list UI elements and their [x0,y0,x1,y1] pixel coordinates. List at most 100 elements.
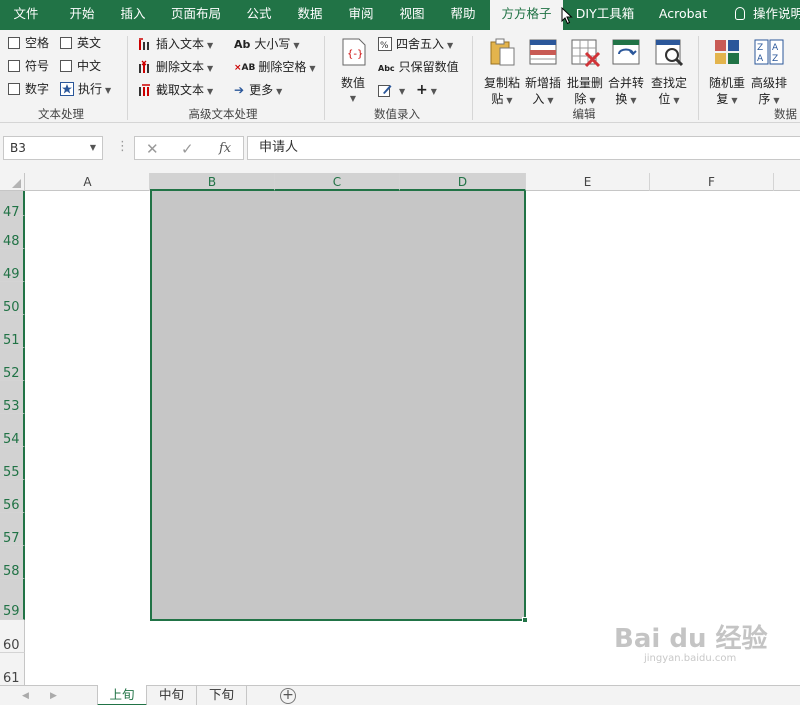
checkbox-english[interactable]: 英文 [60,33,101,53]
row-header[interactable]: 61 [0,653,25,685]
tab-insert[interactable]: 插入 [108,0,158,30]
number-icon: {-} [342,38,366,66]
tab-formulas[interactable]: 公式 [235,0,283,30]
row-header[interactable]: 47 [0,191,25,220]
row-header[interactable]: 59 [0,579,25,620]
column-header-e[interactable]: E [526,173,650,191]
column-headers: A B C D E F [0,173,800,191]
batch-delete-button[interactable]: 批量删除 ▼ [563,36,607,109]
add-sheet-icon[interactable]: + [280,688,296,704]
batch-delete-label: 批量删除 ▼ [566,76,603,106]
insert-function-icon[interactable]: fx [219,139,231,159]
tab-help[interactable]: 帮助 [439,0,487,30]
row-header[interactable]: 50 [0,282,25,315]
chevron-down-icon: ▼ [430,87,437,96]
checkbox-box[interactable] [8,36,20,49]
checkbox-label: 空格 [25,36,50,50]
round-button[interactable]: % 四舍五入 ▼ [378,34,453,54]
sort-az-icon: ZAAZ [754,39,784,65]
row-header[interactable]: 56 [0,480,25,513]
checkbox-digit[interactable]: 数字 [8,79,49,99]
column-header-c[interactable]: C [275,173,400,191]
checkbox-space[interactable]: 空格 [8,33,49,53]
checkbox-chinese[interactable]: 中文 [60,56,101,76]
find-locate-button[interactable]: 查找定位 ▼ [647,36,691,109]
delete-text-button[interactable]: 删除文本 ▼ [138,57,213,77]
more-dots-icon[interactable]: ⋮ [116,139,129,154]
checkbox-symbol[interactable]: 符号 [8,56,49,76]
copy-paste-button[interactable]: 复制粘贴 ▼ [480,36,524,109]
extract-text-button[interactable]: 截取文本 ▼ [138,80,213,100]
group-label-edit: 编辑 [572,107,596,121]
selected-range[interactable] [150,191,526,621]
sheet-tab[interactable]: 中旬 [147,685,197,705]
column-header-f[interactable]: F [650,173,774,191]
svg-text:%: % [380,41,389,51]
row-header[interactable]: 57 [0,513,25,546]
tab-review[interactable]: 审阅 [337,0,385,30]
name-box[interactable]: B3 ▼ [3,136,103,160]
scroll-right-icon[interactable]: ▶ [50,686,57,705]
row-header[interactable]: 48 [0,216,25,249]
pencil-edit-icon [378,84,392,97]
tab-view[interactable]: 视图 [388,0,436,30]
sheet-tab[interactable]: 下旬 [197,685,247,705]
group-label-text-processing: 文本处理 [38,107,84,121]
extract-text-label: 截取文本 [156,83,205,97]
checkbox-box[interactable] [8,82,20,95]
case-convert-button[interactable]: Ab 大小写 ▼ [234,34,300,54]
ribbon-panel: 空格 英文 符号 中文 数字 执行 ▼ 文本处理 插入文本 ▼ 删除文本 ▼ 截取文本… [0,30,800,123]
tell-me-search[interactable]: 操作说明 [735,0,800,30]
scroll-left-icon[interactable]: ◀ [22,686,29,705]
plus-button[interactable]: + ▼ [416,80,437,100]
tab-page-layout[interactable]: 页面布局 [163,0,229,30]
merge-convert-icon [612,39,640,65]
tell-me-label: 操作说明 [753,6,800,21]
select-all-corner[interactable] [0,173,25,191]
cancel-icon[interactable]: ✕ [146,139,159,159]
row-header[interactable]: 49 [0,249,25,282]
svg-text:A: A [772,43,779,53]
formula-input[interactable]: 申请人 [247,136,800,160]
checkbox-box[interactable] [60,59,72,72]
row-header[interactable]: 54 [0,414,25,447]
merge-convert-button[interactable]: 合并转换 ▼ [604,36,648,109]
worksheet-grid[interactable]: A B C D E F 47 48 49 50 51 52 53 54 55 5… [0,173,800,685]
sheet-tab[interactable]: 上旬 [97,685,147,705]
arrow-right-icon: ➔ [234,83,245,97]
insert-text-button[interactable]: 插入文本 ▼ [138,34,213,54]
keep-numbers-button[interactable]: Abc 只保留数值 [378,57,459,77]
row-header[interactable]: 55 [0,447,25,480]
advanced-sort-button[interactable]: ZAAZ 高级排序 ▼ [747,36,791,109]
number-edit-button[interactable]: ▼ [378,80,405,100]
group-divider [698,36,699,120]
plus-icon: + [416,82,428,98]
checkbox-box[interactable] [8,59,20,72]
tab-fangfang[interactable]: 方方格子 [490,0,563,30]
row-header[interactable]: 60 [0,620,25,653]
column-header-d[interactable]: D [400,173,526,191]
confirm-check-icon[interactable]: ✓ [181,139,194,159]
tab-acrobat[interactable]: Acrobat [648,0,718,30]
more-button[interactable]: ➔ 更多 ▼ [234,80,282,100]
random-repeat-button[interactable]: 随机重复 ▼ [705,36,749,109]
column-header-a[interactable]: A [26,173,150,191]
column-header-b[interactable]: B [150,173,275,191]
tab-home[interactable]: 开始 [56,0,108,30]
delete-space-button[interactable]: ×AB 删除空格 ▼ [234,57,316,77]
fill-handle[interactable] [522,617,528,623]
row-header[interactable]: 53 [0,381,25,414]
chevron-down-icon[interactable]: ▼ [90,137,96,159]
row-header[interactable]: 52 [0,348,25,381]
tab-file[interactable]: 文件 [0,0,52,30]
row-header[interactable]: 58 [0,546,25,579]
baidu-jingyan-watermark: Bai du 经验 jingyan.baidu.com [614,624,768,664]
row-header[interactable]: 51 [0,315,25,348]
svg-text:Z: Z [757,43,763,53]
tab-diy-toolbox[interactable]: DIY工具箱 [570,0,640,30]
new-insert-button[interactable]: 新增插入 ▼ [521,36,565,109]
execute-button[interactable]: 执行 ▼ [60,79,111,99]
checkbox-box[interactable] [60,36,72,49]
tab-data[interactable]: 数据 [286,0,334,30]
number-button[interactable]: {-} 数值 ▼ [335,36,371,107]
